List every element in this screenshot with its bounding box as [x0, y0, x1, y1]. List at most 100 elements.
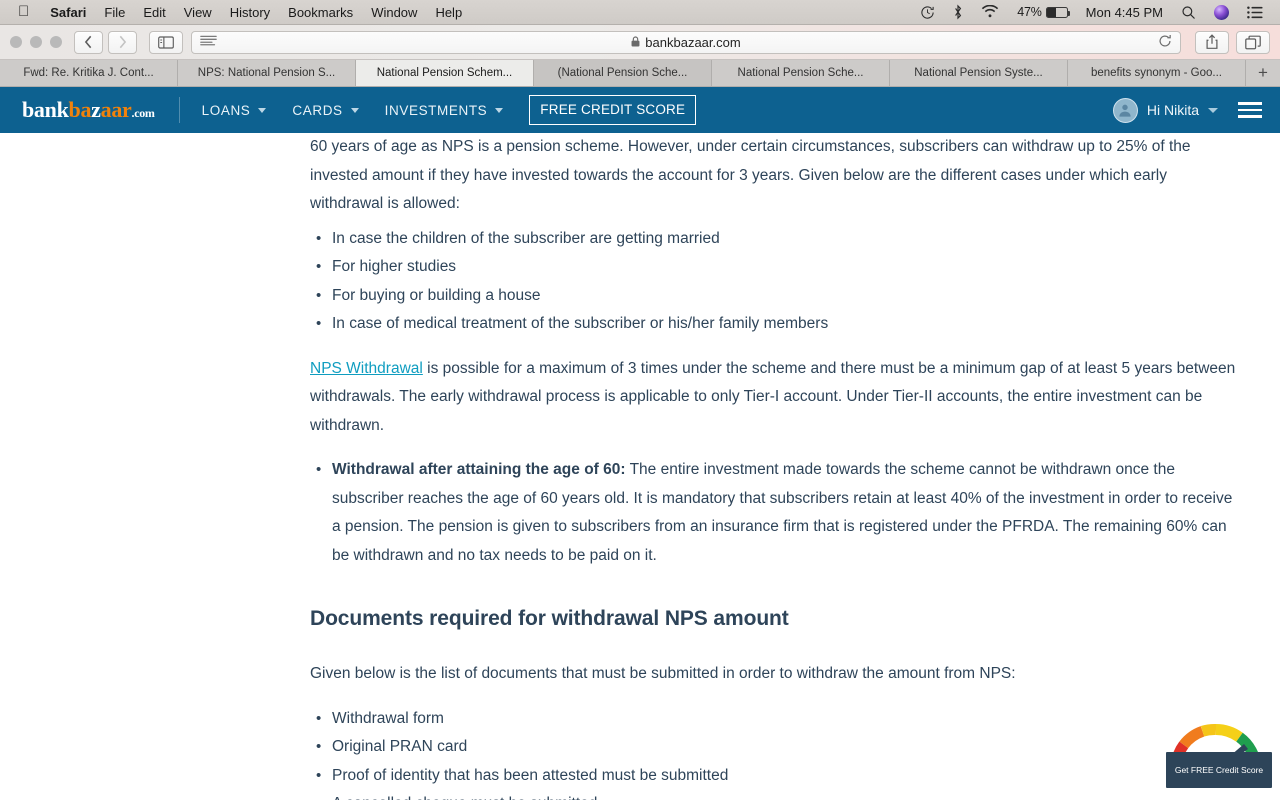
- browser-tab[interactable]: benefits synonym - Goo...: [1068, 60, 1246, 86]
- menu-item-edit[interactable]: Edit: [134, 5, 174, 20]
- user-avatar-icon: [1112, 97, 1138, 123]
- lock-icon: [631, 35, 640, 50]
- url-display: bankbazaar.com: [192, 35, 1180, 50]
- tab-title: (National Pension Sche...: [557, 67, 688, 79]
- battery-status[interactable]: 47%: [1008, 5, 1076, 19]
- chevron-down-icon: [1208, 107, 1218, 113]
- list-item: Withdrawal form: [310, 705, 1238, 734]
- nav-label: LOANS: [201, 102, 251, 118]
- logo-part-3: z: [91, 97, 101, 122]
- nav-item-cards[interactable]: CARDS: [292, 102, 359, 118]
- nav-label: CARDS: [292, 102, 343, 118]
- header-account-area: Hi Nikita: [1112, 97, 1262, 123]
- free-credit-score-button[interactable]: FREE CREDIT SCORE: [529, 95, 697, 125]
- menu-bar-clock[interactable]: Mon 4:45 PM: [1077, 5, 1172, 20]
- logo-part-5: .com: [131, 106, 155, 120]
- bluetooth-icon[interactable]: [944, 4, 972, 20]
- list-item: A cancelled cheque must be submitted: [310, 790, 1238, 800]
- list-item: Original PRAN card: [310, 733, 1238, 762]
- tab-title: NPS: National Pension S...: [197, 67, 336, 79]
- share-icon[interactable]: [1195, 30, 1229, 54]
- siri-icon[interactable]: [1205, 4, 1238, 20]
- menu-item-history[interactable]: History: [221, 5, 279, 20]
- sidebar-icon[interactable]: [149, 30, 183, 54]
- site-header: bankbazaar.com LOANS CARDS INVESTMENTS F…: [0, 87, 1280, 133]
- list-withdrawal-after-60: Withdrawal after attaining the age of 60…: [310, 456, 1238, 570]
- tab-title: National Pension Schem...: [376, 67, 513, 79]
- toolbar-right-buttons: [1195, 30, 1270, 54]
- list-item: For higher studies: [310, 253, 1238, 282]
- logo-part-2: ba: [68, 97, 92, 122]
- window-controls: [10, 36, 74, 48]
- list-item-withdrawal-after-60: Withdrawal after attaining the age of 60…: [310, 456, 1238, 570]
- minimize-window-button[interactable]: [30, 36, 42, 48]
- wifi-icon[interactable]: [972, 5, 1008, 19]
- close-window-button[interactable]: [10, 36, 22, 48]
- safari-toolbar: bankbazaar.com: [0, 25, 1280, 60]
- apple-icon[interactable]: : [8, 4, 41, 19]
- nav-item-loans[interactable]: LOANS: [202, 103, 267, 118]
- hamburger-menu-icon[interactable]: [1238, 102, 1262, 118]
- battery-icon: [1045, 6, 1071, 18]
- site-logo[interactable]: bankbazaar.com: [22, 97, 155, 123]
- tab-title: benefits synonym - Goo...: [1090, 67, 1223, 79]
- logo-part-4: aar: [100, 97, 132, 122]
- tab-title: Fwd: Re. Kritika J. Cont...: [23, 67, 154, 79]
- address-bar[interactable]: bankbazaar.com: [191, 30, 1181, 54]
- battery-percent-label: 47%: [1017, 5, 1042, 19]
- search-icon[interactable]: [1172, 5, 1205, 20]
- new-tab-button[interactable]: +: [1246, 60, 1280, 86]
- menu-item-file[interactable]: File: [95, 5, 134, 20]
- credit-score-widget-label: Get FREE Credit Score: [1166, 751, 1272, 788]
- nav-item-investments[interactable]: INVESTMENTS: [385, 103, 504, 118]
- article-content: 60 years of age as NPS is a pension sche…: [0, 133, 1280, 800]
- menu-bar-status-area: 47% Mon 4:45 PM: [911, 4, 1272, 20]
- chevron-down-icon: [258, 107, 267, 113]
- account-menu[interactable]: Hi Nikita: [1112, 97, 1218, 123]
- paragraph-documents-intro: Given below is the list of documents tha…: [310, 665, 1016, 682]
- greeting-label: Hi Nikita: [1146, 102, 1199, 118]
- list-item: In case of medical treatment of the subs…: [310, 310, 1238, 339]
- paragraph-nps-withdrawal-text: is possible for a maximum of 3 times und…: [310, 359, 1236, 434]
- tab-title: National Pension Syste...: [914, 67, 1043, 79]
- notification-center-icon[interactable]: [1238, 5, 1272, 19]
- time-machine-icon[interactable]: [911, 5, 944, 20]
- nps-withdrawal-link[interactable]: NPS Withdrawal: [310, 360, 423, 377]
- macos-menu-bar:  Safari File Edit View History Bookmark…: [0, 0, 1280, 25]
- browser-tab-active[interactable]: National Pension Schem...: [356, 60, 534, 86]
- browser-tab[interactable]: Fwd: Re. Kritika J. Cont...: [0, 60, 178, 86]
- tab-overview-icon[interactable]: [1236, 30, 1270, 54]
- paragraph-nps-withdrawal: NPS Withdrawal is possible for a maximum…: [310, 355, 1238, 441]
- menu-item-bookmarks[interactable]: Bookmarks: [279, 5, 362, 20]
- list-item: Proof of identity that has been attested…: [310, 762, 1238, 791]
- menu-item-view[interactable]: View: [175, 5, 221, 20]
- chevron-down-icon: [350, 107, 359, 113]
- browser-tab[interactable]: (National Pension Sche...: [534, 60, 712, 86]
- menu-item-window[interactable]: Window: [362, 5, 426, 20]
- withdrawal-60-label: Withdrawal after attaining the age of 60…: [332, 461, 626, 478]
- reader-view-icon[interactable]: [200, 35, 217, 49]
- paragraph-early-withdrawal-intro: 60 years of age as NPS is a pension sche…: [310, 138, 1191, 212]
- menu-item-safari[interactable]: Safari: [41, 5, 95, 20]
- browser-tab[interactable]: National Pension Sche...: [712, 60, 890, 86]
- list-item: In case the children of the subscriber a…: [310, 225, 1238, 254]
- url-text: bankbazaar.com: [645, 34, 741, 50]
- zoom-window-button[interactable]: [50, 36, 62, 48]
- list-early-withdrawal-cases: In case the children of the subscriber a…: [310, 225, 1238, 339]
- chevron-down-icon: [495, 107, 504, 113]
- reload-icon[interactable]: [1158, 34, 1172, 50]
- list-documents-required: Withdrawal form Original PRAN card Proof…: [310, 705, 1238, 800]
- menu-item-help[interactable]: Help: [426, 5, 471, 20]
- credit-score-widget[interactable]: Get FREE Credit Score: [1160, 720, 1272, 792]
- chevron-right-icon[interactable]: [108, 30, 137, 54]
- section-heading-documents: Documents required for withdrawal NPS am…: [310, 607, 789, 630]
- logo-part-1: bank: [22, 97, 69, 122]
- list-item: For buying or building a house: [310, 282, 1238, 311]
- navigation-buttons: [74, 30, 137, 54]
- chevron-left-icon[interactable]: [74, 30, 103, 54]
- nav-label: INVESTMENTS: [384, 102, 488, 118]
- header-divider: [178, 97, 180, 123]
- tab-bar: Fwd: Re. Kritika J. Cont... NPS: Nationa…: [0, 60, 1280, 87]
- browser-tab[interactable]: NPS: National Pension S...: [178, 60, 356, 86]
- browser-tab[interactable]: National Pension Syste...: [890, 60, 1068, 86]
